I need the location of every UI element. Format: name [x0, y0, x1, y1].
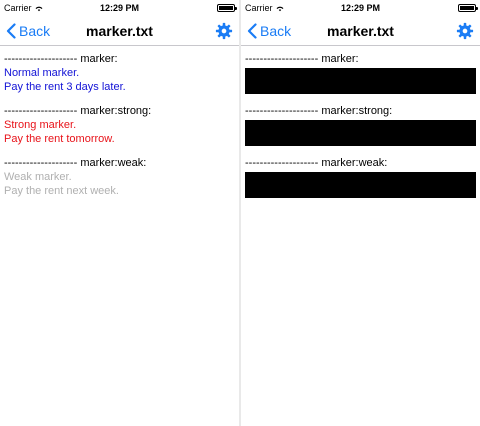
- section-heading: -------------------- marker:: [245, 53, 359, 65]
- marked-line: Pay the rent next week.: [4, 185, 119, 197]
- marked-line: Strong marker.: [4, 119, 77, 131]
- back-button[interactable]: Back: [247, 23, 291, 39]
- status-time: 12:29 PM: [340, 3, 381, 13]
- redaction-block: [245, 120, 476, 146]
- back-label: Back: [19, 22, 51, 39]
- wifi-icon: [276, 6, 283, 11]
- marked-line: Pay the rent 3 days later.: [4, 81, 126, 93]
- section-marker: -------------------- marker:: [245, 52, 476, 94]
- chevron-left-icon: [247, 22, 257, 39]
- document-content: -------------------- marker: -----------…: [241, 46, 480, 214]
- navigation-bar: Back marker.txt: [0, 16, 239, 46]
- navigation-bar: Back marker.txt: [241, 16, 480, 46]
- gear-icon[interactable]: [456, 22, 474, 40]
- section-marker-weak: -------------------- marker:weak: Weak m…: [4, 156, 235, 198]
- section-marker-strong: -------------------- marker:strong:: [245, 104, 476, 146]
- status-time: 12:29 PM: [99, 3, 140, 13]
- section-heading: -------------------- marker:strong:: [245, 105, 393, 117]
- gear-icon[interactable]: [215, 22, 233, 40]
- section-heading: -------------------- marker:strong:: [4, 105, 152, 117]
- section-heading: -------------------- marker:weak:: [245, 157, 388, 169]
- marked-line: Weak marker.: [4, 171, 72, 183]
- document-content: -------------------- marker: Normal mark…: [0, 46, 239, 214]
- battery-icon: [458, 4, 478, 12]
- status-bar: Carrier 12:29 PM: [241, 0, 480, 16]
- back-label: Back: [260, 22, 292, 39]
- carrier-label: Carrier: [245, 3, 273, 13]
- chevron-left-icon: [6, 22, 16, 39]
- status-bar: Carrier 12:29 PM: [0, 0, 239, 16]
- carrier-indicator: Carrier: [245, 3, 305, 13]
- right-screen: Carrier 12:29 PM Back marker.txt -------…: [241, 0, 480, 426]
- section-heading: -------------------- marker:weak:: [4, 157, 147, 169]
- wifi-icon: [35, 6, 42, 11]
- left-screen: Carrier 12:29 PM Back marker.txt -------…: [0, 0, 239, 426]
- section-marker-weak: -------------------- marker:weak:: [245, 156, 476, 198]
- carrier-indicator: Carrier: [4, 3, 64, 13]
- section-marker: -------------------- marker: Normal mark…: [4, 52, 235, 94]
- section-marker-strong: -------------------- marker:strong: Stro…: [4, 104, 235, 146]
- section-heading: -------------------- marker:: [4, 53, 118, 65]
- marked-line: Pay the rent tomorrow.: [4, 133, 115, 145]
- back-button[interactable]: Back: [6, 23, 50, 39]
- battery-icon: [217, 4, 237, 12]
- redaction-block: [245, 68, 476, 94]
- marked-line: Normal marker.: [4, 67, 80, 79]
- redaction-block: [245, 172, 476, 198]
- carrier-label: Carrier: [4, 3, 32, 13]
